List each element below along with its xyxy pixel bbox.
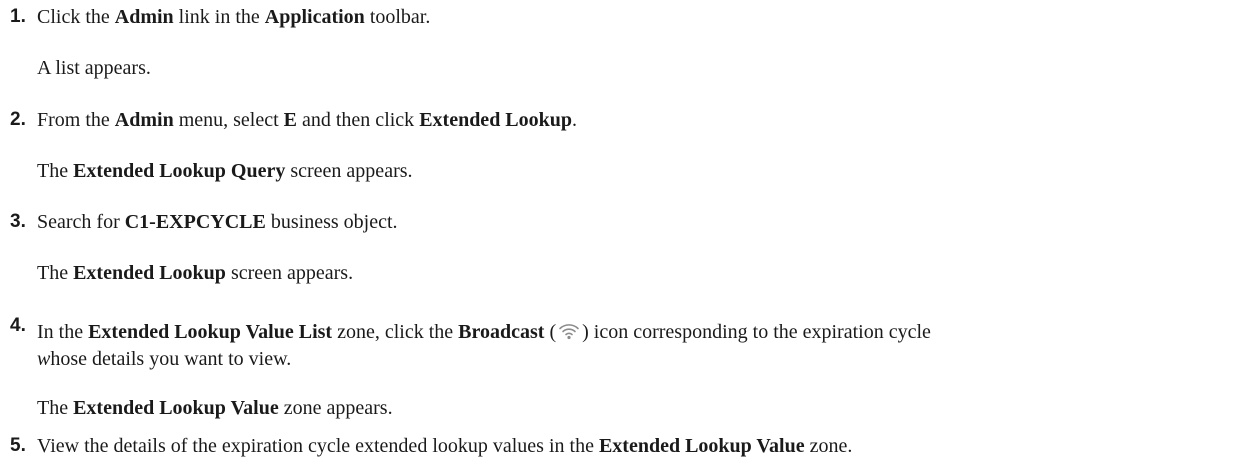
- step-instruction: View the details of the expiration cycle…: [37, 435, 853, 457]
- ui-term: Extended Lookup Query: [73, 160, 286, 182]
- broadcast-icon: [558, 320, 580, 342]
- step-number: 2.: [10, 109, 26, 130]
- ui-term: Application: [264, 6, 365, 28]
- ui-term: Admin: [114, 6, 174, 28]
- ui-term: C1-EXPCYCLE: [124, 211, 266, 233]
- step-number: 4.: [10, 315, 26, 336]
- step-instruction: From the Admin menu, select E and then c…: [37, 109, 578, 131]
- step-number: 3.: [10, 211, 26, 232]
- ui-term: Admin: [114, 109, 174, 131]
- step-instruction-continued: whose details you want to view.: [37, 348, 292, 370]
- step-number: 1.: [10, 6, 26, 27]
- step-result: The Extended Lookup Query screen appears…: [37, 160, 413, 182]
- ui-term: Extended Lookup Value: [598, 435, 805, 457]
- ui-term: Extended Lookup Value: [73, 397, 279, 419]
- ui-term: Extended Lookup Value List: [88, 321, 333, 343]
- ui-term: Broadcast: [458, 321, 545, 343]
- ui-term: E: [283, 109, 297, 131]
- step-result: A list appears.: [37, 57, 151, 79]
- step-instruction: Click the Admin link in the Application …: [37, 6, 431, 28]
- step-result: The Extended Lookup screen appears.: [37, 262, 354, 284]
- procedure-steps: 1. Click the Admin link in the Applicati…: [0, 0, 1259, 464]
- ui-term: Extended Lookup: [419, 109, 573, 131]
- step-instruction: In the Extended Lookup Value List zone, …: [37, 320, 931, 343]
- step-number: 5.: [10, 435, 26, 456]
- step-result: The Extended Lookup Value zone appears.: [37, 397, 393, 419]
- step-instruction: Search for C1-EXPCYCLE business object.: [37, 211, 398, 233]
- ui-term: Extended Lookup: [73, 262, 226, 284]
